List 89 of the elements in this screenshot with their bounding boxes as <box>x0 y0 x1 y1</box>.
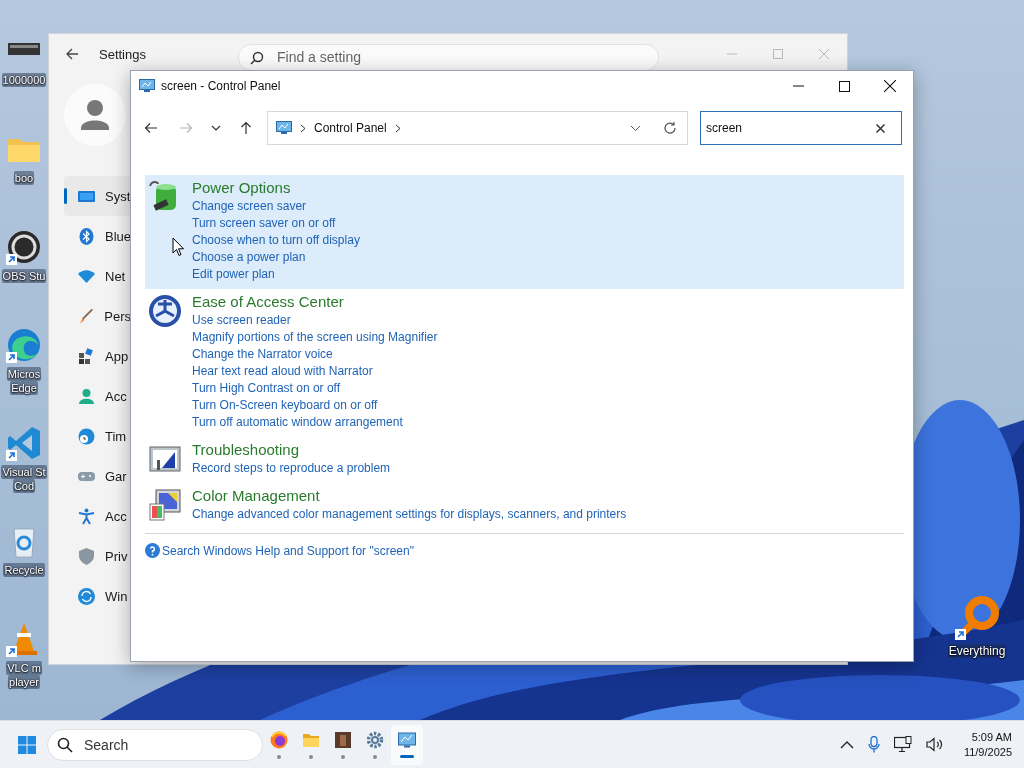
nav-item[interactable]: Tim <box>64 416 131 456</box>
mouse-cursor-icon <box>172 237 185 257</box>
task-link[interactable]: Edit power plan <box>192 266 275 283</box>
clear-icon[interactable] <box>876 124 885 133</box>
shield-icon <box>78 547 95 565</box>
close-icon[interactable] <box>884 80 896 92</box>
search-field[interactable]: Search <box>47 728 263 761</box>
task-link[interactable]: Hear text read aloud with Narrator <box>192 363 373 380</box>
nav-item[interactable]: Blue <box>64 216 131 256</box>
task-link[interactable]: Change advanced color management settings for displays, scanners, and printers <box>192 506 627 523</box>
result-group-title[interactable]: Troubleshooting <box>192 440 299 460</box>
search-icon <box>57 736 73 753</box>
sync-icon <box>78 587 95 605</box>
photo-app-icon[interactable] <box>334 730 352 749</box>
task-link[interactable]: Change screen saver <box>192 198 307 215</box>
task-link[interactable]: Choose when to turn off display <box>192 232 360 249</box>
result-group-title[interactable]: Ease of Access Center <box>192 292 344 312</box>
icon-label: VLC m <box>6 661 42 675</box>
up-button[interactable] <box>239 121 253 135</box>
apps-grid-icon <box>78 347 95 365</box>
task-link[interactable]: Turn off automatic window arrangement <box>192 414 403 431</box>
search-field[interactable]: Find a setting <box>238 43 659 71</box>
clock-date[interactable]: 11/9/2025 <box>963 744 1012 760</box>
nav-item[interactable]: App <box>64 336 131 376</box>
nav-item[interactable]: Acc <box>64 496 131 536</box>
window-title: Settings <box>99 46 147 62</box>
globe-clock-icon <box>78 427 95 445</box>
nav-item[interactable]: Pers <box>64 296 131 336</box>
window-title: screen - Control Panel <box>161 79 281 93</box>
help-icon <box>145 543 160 558</box>
task-link[interactable]: Use screen reader <box>192 312 291 329</box>
result-group-title[interactable]: Color Management <box>192 486 320 506</box>
dropdown-caret-icon[interactable] <box>630 124 641 132</box>
code-editor-icon[interactable] <box>6 425 42 461</box>
shortcut-arrow-icon <box>6 646 17 657</box>
task-link[interactable]: Change the Narrator voice <box>192 346 333 363</box>
back-button[interactable] <box>144 121 158 135</box>
result-group-title[interactable]: Power Options <box>192 178 291 198</box>
microphone-icon[interactable] <box>867 736 880 753</box>
task-link[interactable]: Turn High Contrast on or off <box>192 380 341 397</box>
shortcut-arrow-icon <box>6 450 17 461</box>
chevron-icon[interactable] <box>394 123 401 133</box>
control-panel-icon <box>276 121 292 135</box>
maximize-icon[interactable] <box>838 80 850 92</box>
speaker-icon[interactable] <box>925 737 944 752</box>
start-icon[interactable] <box>18 735 36 754</box>
icon-label: OBS Stu <box>1 269 47 283</box>
refresh-icon[interactable] <box>663 121 677 135</box>
color-monitor-icon[interactable] <box>148 488 182 522</box>
shortcut-arrow-icon <box>6 254 17 265</box>
browser-icon[interactable] <box>270 730 288 749</box>
search-icon <box>250 50 264 65</box>
task-link[interactable]: Choose a power plan <box>192 249 306 266</box>
network-icon[interactable] <box>893 736 912 753</box>
disc-app-icon[interactable] <box>6 229 42 265</box>
swirl-app-icon[interactable] <box>6 327 42 363</box>
settings-icon[interactable] <box>366 730 384 749</box>
shortcut-arrow-icon <box>955 629 966 640</box>
address-bar[interactable]: Control Panel <box>267 111 688 145</box>
task-link[interactable]: Record steps to reproduce a problem <box>192 460 391 477</box>
icon-label: Visual St <box>1 465 47 479</box>
back-arrow-icon[interactable] <box>65 47 79 61</box>
shortcut-arrow-icon <box>6 352 17 363</box>
task-link[interactable]: Turn screen saver on or off <box>192 215 336 232</box>
nav-item[interactable]: Acc <box>64 376 131 416</box>
nav-item[interactable]: Priv <box>64 536 131 576</box>
chevron-icon[interactable] <box>300 123 306 133</box>
bluetooth-icon <box>78 227 95 245</box>
accessibility-dial-icon[interactable] <box>148 294 182 328</box>
control-panel-icon[interactable] <box>398 731 416 749</box>
task-link[interactable]: Turn On-Screen keyboard on or off <box>192 397 378 414</box>
task-link[interactable]: Magnify portions of the screen using Magnifier <box>192 329 438 346</box>
icon-label: player <box>8 675 40 689</box>
clock-time[interactable]: 5:09 AM <box>971 729 1012 745</box>
breadcrumb[interactable]: Control Panel <box>314 121 387 135</box>
help-link[interactable]: Search Windows Help and Support for "screen" <box>162 543 414 558</box>
chevron-up-icon[interactable] <box>839 740 854 749</box>
minimize-icon[interactable] <box>792 85 804 87</box>
nav-item[interactable]: Gar <box>64 456 131 496</box>
nav-item[interactable]: Net <box>64 256 131 296</box>
person-icon <box>78 387 95 405</box>
accessibility-icon <box>78 507 95 525</box>
control-panel-icon <box>139 79 155 93</box>
nav-item[interactable]: Win <box>64 576 131 616</box>
search-field[interactable]: screen <box>700 111 902 145</box>
brush-icon <box>78 307 95 325</box>
wifi-icon <box>78 267 95 285</box>
avatar-icon <box>64 84 126 146</box>
nav-item[interactable]: Syst <box>64 176 131 216</box>
